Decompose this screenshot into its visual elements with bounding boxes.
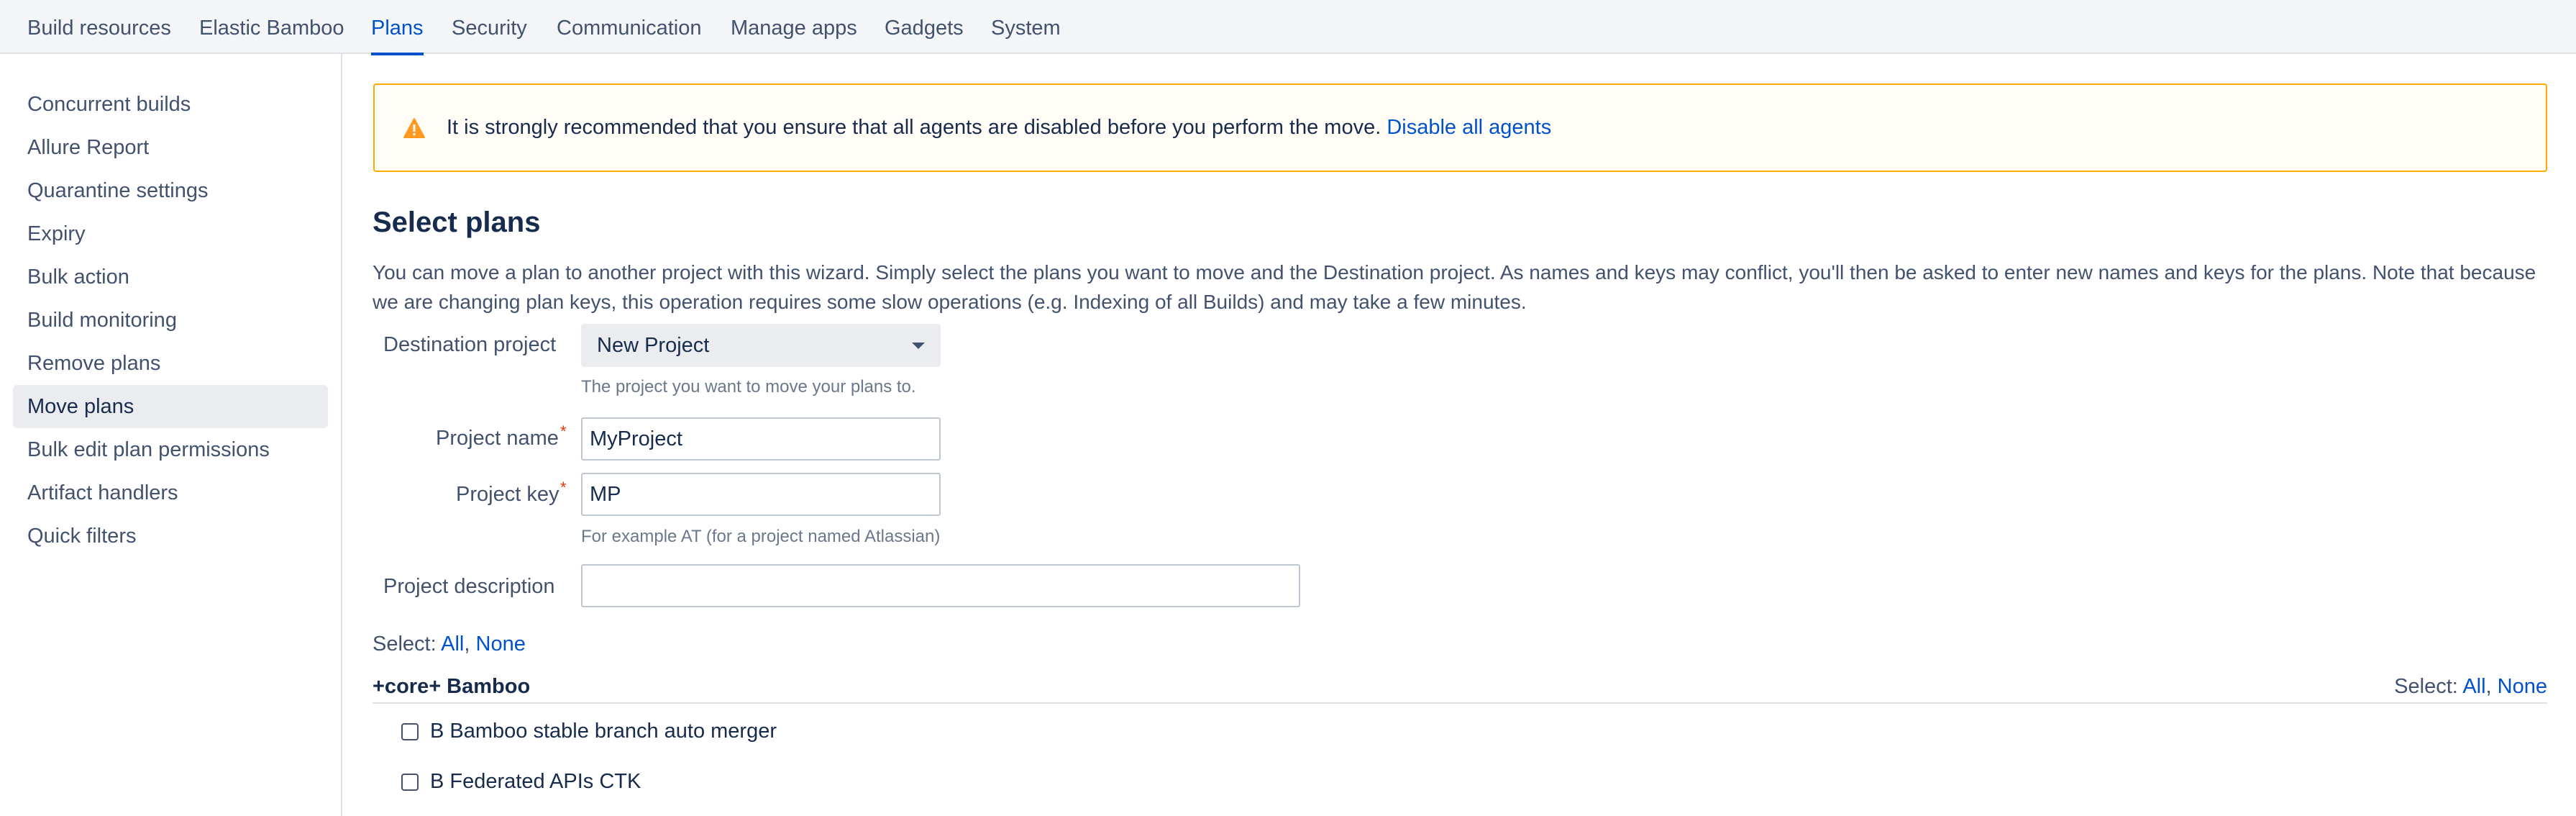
tab-security[interactable]: Security bbox=[452, 14, 527, 42]
sidebar-item-expiry[interactable]: Expiry bbox=[13, 212, 328, 255]
destination-project-help: The project you want to move your plans … bbox=[581, 377, 916, 396]
plan-checkbox[interactable] bbox=[401, 723, 419, 740]
caret-down-icon bbox=[912, 343, 925, 349]
tab-gadgets[interactable]: Gadgets bbox=[885, 14, 964, 42]
sidebar-item-artifact-handlers[interactable]: Artifact handlers bbox=[13, 471, 328, 514]
sidebar-item-allure-report[interactable]: Allure Report bbox=[13, 126, 328, 169]
sidebar-item-quarantine-settings[interactable]: Quarantine settings bbox=[13, 169, 328, 212]
select-separator: , bbox=[464, 633, 470, 656]
plan-label: B Federated APIs CTK bbox=[430, 770, 641, 793]
sidebar-item-remove-plans[interactable]: Remove plans bbox=[13, 342, 328, 385]
project-description-input[interactable] bbox=[581, 564, 1300, 607]
select-all-none: Select: All, None bbox=[373, 630, 526, 658]
project-description-label: Project description bbox=[383, 575, 555, 598]
required-icon: * bbox=[560, 479, 567, 497]
sidebar-item-move-plans[interactable]: Move plans bbox=[13, 385, 328, 428]
select-prefix: Select: bbox=[373, 633, 437, 656]
warning-triangle-icon bbox=[403, 118, 425, 138]
tab-elastic-bamboo[interactable]: Elastic Bamboo bbox=[199, 14, 344, 42]
disable-all-agents-link[interactable]: Disable all agents bbox=[1387, 116, 1551, 139]
project-key-help: For example AT (for a project named Atla… bbox=[581, 527, 941, 546]
destination-project-value: New Project bbox=[597, 334, 710, 357]
project-name-input[interactable] bbox=[581, 417, 941, 461]
sidebar-item-quick-filters[interactable]: Quick filters bbox=[13, 514, 328, 558]
warning-banner: It is strongly recommended that you ensu… bbox=[373, 83, 2547, 172]
plan-label: B Bamboo stable branch auto merger bbox=[430, 720, 777, 743]
group-select-all-none: Select: All, None bbox=[2394, 673, 2547, 700]
sidebar-item-concurrent-builds[interactable]: Concurrent builds bbox=[13, 83, 328, 126]
warning-message: It is strongly recommended that you ensu… bbox=[447, 114, 1551, 141]
project-group-name: +core+ Bamboo bbox=[373, 675, 531, 698]
destination-project-label: Destination project bbox=[383, 333, 557, 356]
sidebar-item-bulk-action[interactable]: Bulk action bbox=[13, 255, 328, 299]
group-select-prefix: Select: bbox=[2394, 675, 2458, 698]
tab-build-resources[interactable]: Build resources bbox=[27, 14, 171, 42]
group-select-all-link[interactable]: All bbox=[2462, 675, 2485, 698]
project-group-header: +core+ Bamboo Select: All, None bbox=[373, 673, 2547, 704]
select-none-link[interactable]: None bbox=[476, 633, 526, 656]
group-select-separator: , bbox=[2485, 675, 2492, 698]
tab-communication[interactable]: Communication bbox=[557, 14, 701, 42]
select-all-link[interactable]: All bbox=[441, 633, 464, 656]
project-name-label: Project name bbox=[436, 427, 559, 450]
page-description: You can move a plan to another project w… bbox=[373, 261, 2536, 313]
plan-checkbox[interactable] bbox=[401, 774, 419, 791]
sidebar-item-bulk-edit-plan-permissions[interactable]: Bulk edit plan permissions bbox=[13, 428, 328, 471]
warning-text: It is strongly recommended that you ensu… bbox=[447, 116, 1381, 139]
page-title: Select plans bbox=[373, 207, 541, 238]
sidebar-item-build-monitoring[interactable]: Build monitoring bbox=[13, 299, 328, 342]
tab-system[interactable]: System bbox=[991, 14, 1061, 42]
sidebar: Concurrent builds Allure Report Quaranti… bbox=[0, 54, 342, 816]
top-navigation: Build resources Elastic Bamboo Plans Sec… bbox=[0, 0, 2576, 55]
group-select-none-link[interactable]: None bbox=[2498, 675, 2547, 698]
destination-project-select[interactable]: New Project bbox=[581, 324, 941, 367]
tab-plans[interactable]: Plans bbox=[371, 14, 424, 55]
tab-manage-apps[interactable]: Manage apps bbox=[731, 14, 857, 42]
project-key-label: Project key bbox=[456, 483, 559, 506]
required-icon: * bbox=[560, 422, 567, 440]
project-key-input[interactable] bbox=[581, 473, 941, 516]
